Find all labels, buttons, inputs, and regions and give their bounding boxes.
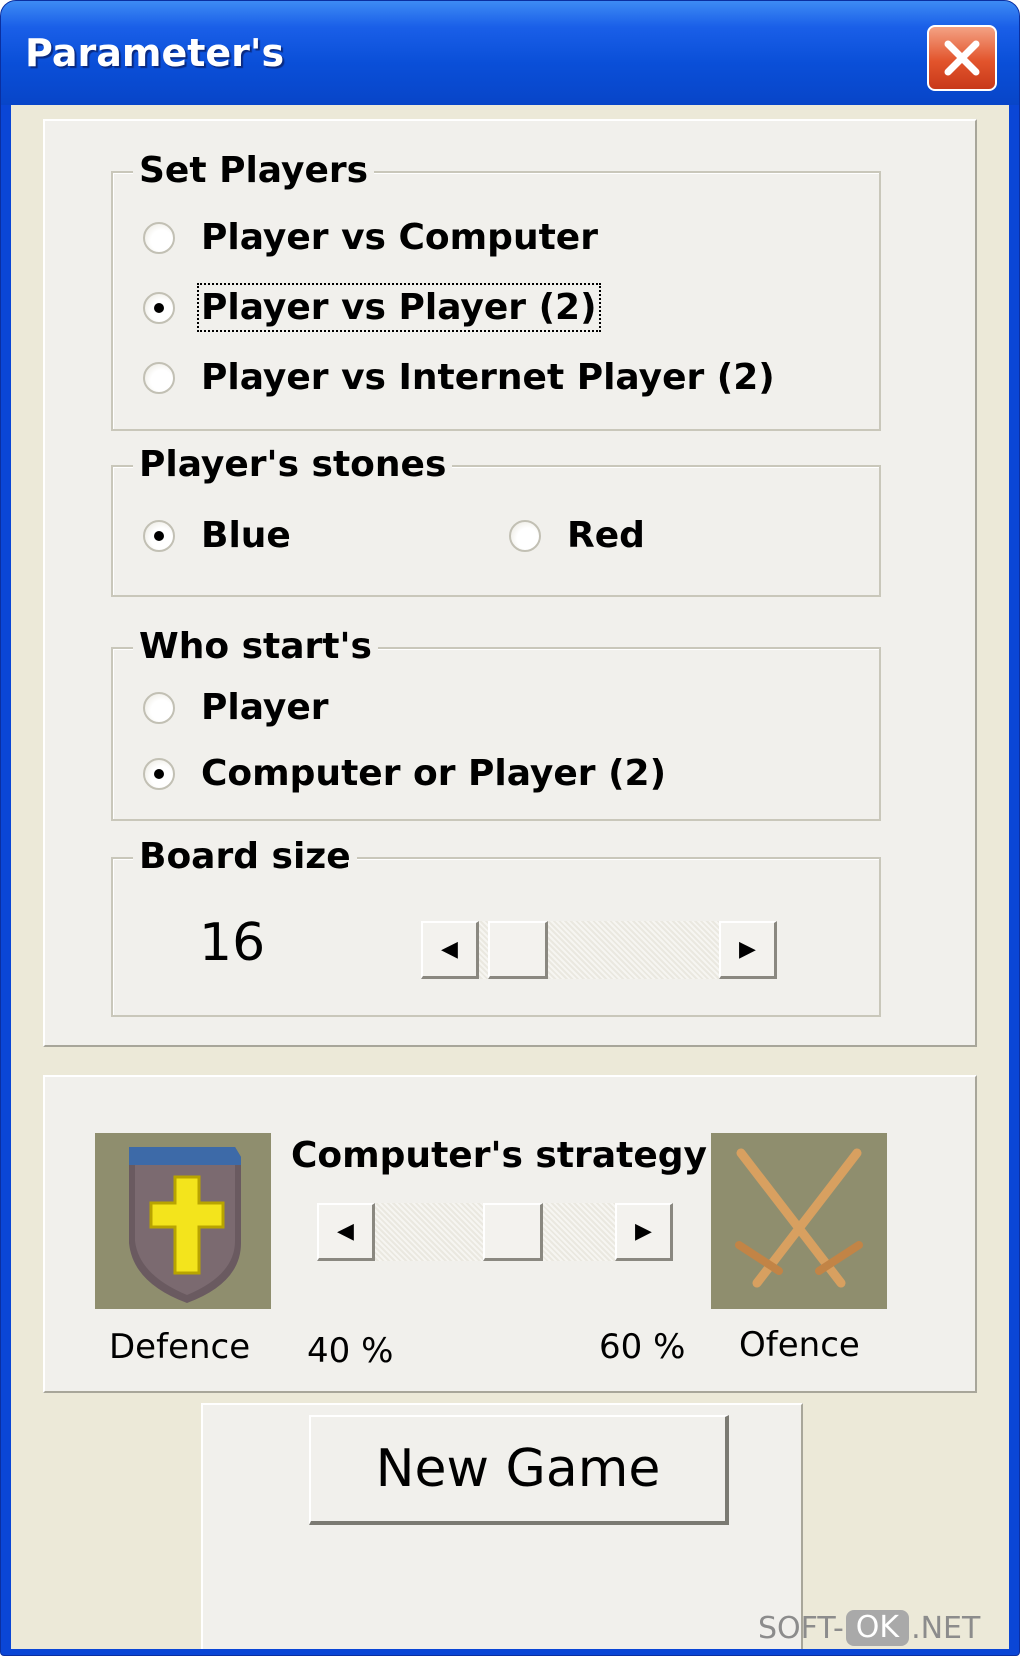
who-starts-group: Who start's Player Computer or Player (2… (111, 627, 881, 821)
shield-icon (95, 1133, 271, 1309)
radio-red[interactable]: Red (509, 515, 645, 556)
scroll-thumb[interactable] (483, 1203, 543, 1261)
radio-button[interactable] (143, 221, 175, 254)
arrow-right-icon: ▶ (739, 937, 756, 962)
strategy-label: Computer's strategy (291, 1135, 707, 1176)
board-size-group: Board size 16 ◀ ▶ (111, 837, 881, 1017)
radio-label: Player vs Internet Player (2) (201, 357, 775, 398)
offence-caption: Ofence (739, 1325, 860, 1365)
watermark: SOFT- OK .NET (758, 1610, 980, 1646)
scroll-thumb[interactable] (488, 921, 548, 979)
watermark-prefix: SOFT- (758, 1610, 844, 1646)
board-size-legend: Board size (133, 837, 357, 877)
radio-label: Player vs Computer (201, 217, 598, 258)
scroll-right-button[interactable]: ▶ (719, 921, 777, 979)
radio-player-vs-computer[interactable]: Player vs Computer (143, 217, 598, 258)
radio-computer-or-player-starts[interactable]: Computer or Player (2) (143, 753, 666, 794)
defence-caption: Defence (109, 1327, 251, 1367)
dialog-body: Set Players Player vs Computer Player vs… (11, 105, 1009, 1649)
radio-button[interactable] (509, 519, 541, 552)
radio-button[interactable] (143, 757, 175, 790)
arrow-right-icon: ▶ (635, 1219, 652, 1244)
close-button[interactable] (927, 25, 997, 91)
title-bar[interactable]: Parameter's (1, 1, 1019, 105)
radio-button[interactable] (143, 691, 175, 724)
window-title: Parameter's (25, 31, 285, 75)
strategy-panel: Computer's strategy ◀ ▶ Defence 40 % 60 … (43, 1075, 977, 1393)
strategy-scrollbar[interactable]: ◀ ▶ (317, 1203, 673, 1261)
arrow-left-icon: ◀ (441, 937, 458, 962)
defence-percent: 40 % (307, 1331, 394, 1371)
radio-player-vs-player[interactable]: Player vs Player (2) (143, 283, 601, 332)
new-game-button[interactable]: New Game (309, 1415, 729, 1525)
watermark-badge: OK (845, 1610, 910, 1646)
radio-player-vs-internet-player[interactable]: Player vs Internet Player (2) (143, 357, 775, 398)
radio-label: Computer or Player (2) (201, 753, 667, 794)
stones-legend: Player's stones (133, 445, 453, 485)
radio-blue[interactable]: Blue (143, 515, 291, 556)
offence-picture (711, 1133, 887, 1309)
who-starts-legend: Who start's (133, 627, 378, 667)
watermark-suffix: .NET (911, 1610, 981, 1646)
radio-button[interactable] (143, 291, 175, 324)
arrow-left-icon: ◀ (337, 1219, 354, 1244)
set-players-group: Set Players Player vs Computer Player vs… (111, 151, 881, 431)
board-size-value: 16 (199, 913, 266, 973)
crossed-swords-icon (711, 1133, 887, 1309)
board-size-scrollbar[interactable]: ◀ ▶ (421, 921, 777, 979)
radio-player-starts[interactable]: Player (143, 687, 329, 728)
settings-panel: Set Players Player vs Computer Player vs… (43, 119, 977, 1047)
radio-button[interactable] (143, 519, 175, 552)
scroll-left-button[interactable]: ◀ (317, 1203, 375, 1261)
close-icon (944, 40, 980, 76)
scroll-left-button[interactable]: ◀ (421, 921, 479, 979)
radio-label: Red (567, 515, 645, 556)
parameters-window: Parameter's Set Players Player vs Comput… (0, 0, 1020, 1656)
radio-label: Blue (201, 515, 291, 556)
scroll-right-button[interactable]: ▶ (615, 1203, 673, 1261)
radio-label: Player (201, 687, 329, 728)
defence-picture (95, 1133, 271, 1309)
offence-percent: 60 % (599, 1327, 686, 1367)
radio-button[interactable] (143, 361, 175, 394)
stones-group: Player's stones Blue Red (111, 445, 881, 597)
set-players-legend: Set Players (133, 151, 375, 191)
radio-label: Player vs Player (2) (197, 283, 601, 332)
